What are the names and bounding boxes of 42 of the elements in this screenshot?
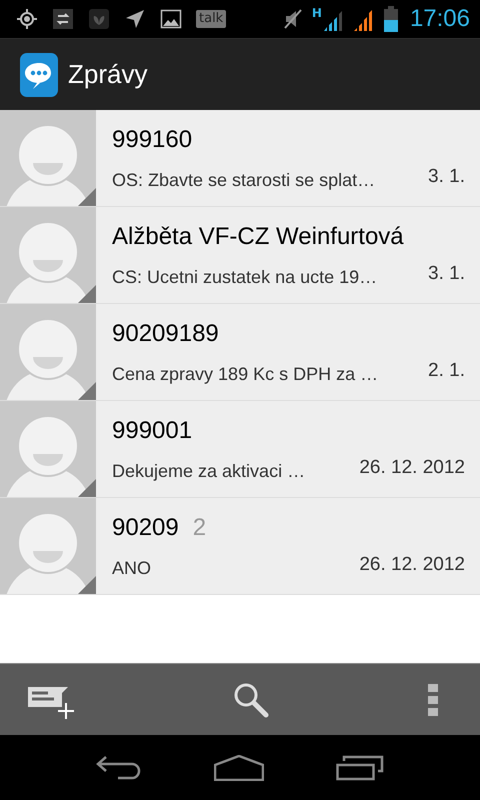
- avatar-icon: [0, 110, 96, 206]
- talk-icon: talk: [196, 10, 226, 28]
- contact-name: 999160: [112, 126, 192, 154]
- chat-bubble-icon[interactable]: [20, 52, 58, 96]
- contact-name: 90209189: [112, 320, 219, 348]
- message-preview: Dekujeme za aktivaci …: [112, 460, 306, 482]
- avatar-icon: [0, 207, 96, 303]
- sync-icon: [52, 8, 74, 30]
- message-date: 3. 1.: [428, 262, 465, 284]
- conversation-item[interactable]: 999001 Dekujeme za aktivaci … 26. 12. 2012: [0, 401, 480, 498]
- conversation-item[interactable]: 90209189 Cena zpravy 189 Kc s DPH za … 2. 1.: [0, 304, 480, 401]
- recent-apps-icon[interactable]: [336, 754, 384, 780]
- app-title: Zprávy: [68, 59, 148, 90]
- avatar-icon: [0, 304, 96, 400]
- contact-name: Alžběta VF-CZ Weinfurtová: [112, 222, 404, 250]
- contact-name: 999001: [112, 416, 192, 444]
- message-preview: Cena zpravy 189 Kc s DPH za …: [112, 364, 378, 384]
- message-date: 26. 12. 2012: [359, 554, 465, 576]
- message-count: 2: [192, 514, 206, 542]
- overflow-menu-icon[interactable]: [428, 684, 438, 716]
- battery-icon: [384, 6, 398, 32]
- gps-icon: [16, 8, 38, 30]
- message-date: 26. 12. 2012: [359, 456, 465, 478]
- contact-name: 90209: [112, 514, 179, 542]
- back-icon[interactable]: [96, 754, 142, 780]
- message-date: 2. 1.: [428, 360, 465, 382]
- message-preview: CS: Ucetni zustatek na ucte 19…: [112, 266, 378, 288]
- search-icon[interactable]: [232, 680, 270, 718]
- mute-icon: [282, 8, 304, 30]
- clock: 17:06: [410, 5, 470, 33]
- message-preview: ANO: [112, 558, 152, 578]
- message-date: 3. 1.: [428, 166, 465, 188]
- image-icon: [160, 8, 182, 30]
- home-icon[interactable]: [214, 754, 264, 780]
- leaf-icon: [88, 8, 110, 30]
- avatar-icon: [0, 401, 96, 497]
- avatar-icon: [0, 498, 96, 594]
- conversation-item[interactable]: 90209 2 ANO 26. 12. 2012: [0, 498, 480, 595]
- navigation-icon: [124, 8, 146, 30]
- message-preview: OS: Zbavte se starosti se splat…: [112, 170, 376, 190]
- conversation-item[interactable]: Alžběta VF-CZ Weinfurtová CS: Ucetni zustatek na ucte 19… 3. 1.: [0, 207, 480, 304]
- conversation-item[interactable]: 999160 OS: Zbavte se starosti se splat… 3. 1.: [0, 110, 480, 207]
